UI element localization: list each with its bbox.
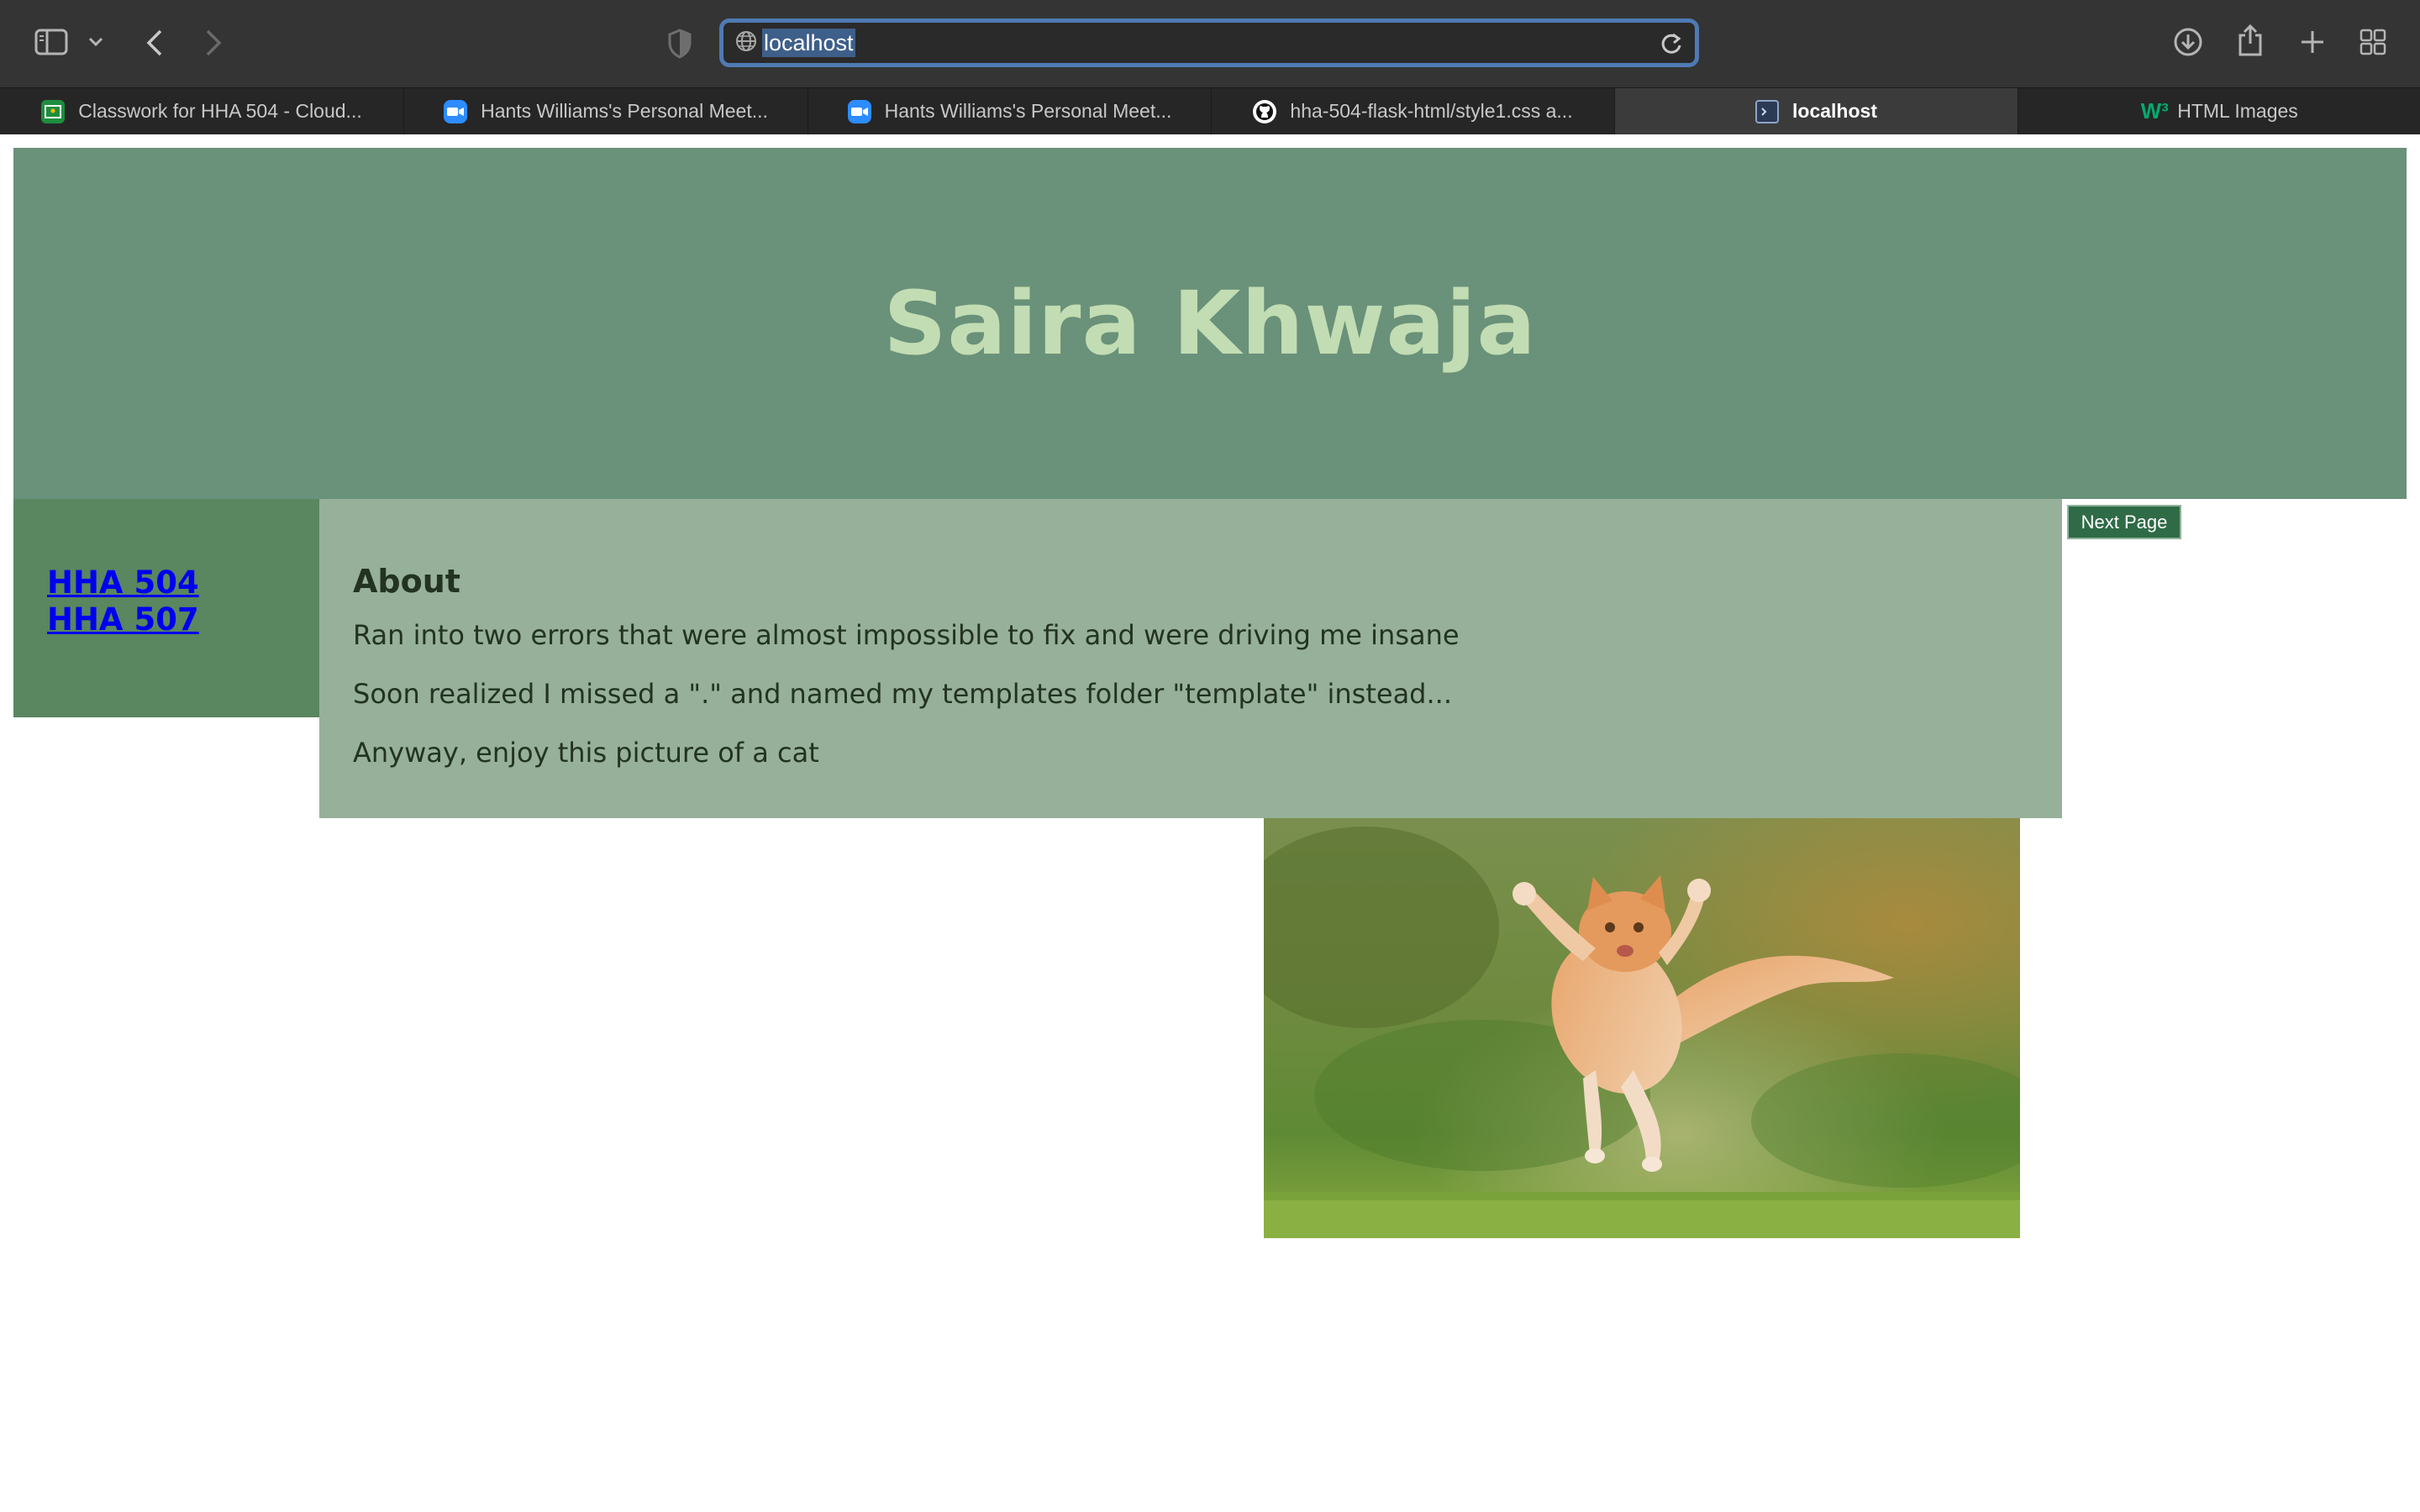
cat-photo-illustration [1264, 818, 2020, 1238]
nav-link-hha-507[interactable]: HHA 507 [47, 601, 319, 638]
tab-label: Hants Williams's Personal Meet... [884, 100, 1172, 122]
download-icon[interactable] [2171, 25, 2205, 59]
back-icon[interactable] [138, 25, 171, 60]
tab-label: HTML Images [2177, 100, 2298, 122]
page-title: Saira Khwaja [883, 272, 1537, 375]
about-paragraph: Anyway, enjoy this picture of a cat [353, 737, 819, 769]
tab-html-images[interactable]: W³ HTML Images [2018, 88, 2420, 134]
tab-classwork[interactable]: Classwork for HHA 504 - Cloud... [0, 88, 404, 134]
address-bar[interactable]: localhost [719, 18, 1699, 67]
forward-icon[interactable] [197, 25, 230, 60]
tab-label: hha-504-flask-html/style1.css a... [1290, 100, 1573, 122]
globe-icon [735, 30, 757, 55]
zoom-icon [444, 99, 468, 123]
tab-localhost[interactable]: localhost [1615, 88, 2018, 134]
page-viewport: Saira Khwaja HHA 504 HHA 507 About Ran i… [0, 134, 2420, 1512]
github-icon [1253, 99, 1277, 123]
cat-photo [1264, 818, 2020, 1238]
about-section: About Ran into two errors that were almo… [319, 499, 2062, 818]
zoom-icon [847, 99, 871, 123]
tab-github-style[interactable]: hha-504-flask-html/style1.css a... [1212, 88, 1615, 134]
new-tab-icon[interactable] [2297, 27, 2328, 57]
tab-label: Hants Williams's Personal Meet... [481, 100, 768, 122]
tab-bar: Classwork for HHA 504 - Cloud... Hants W… [0, 87, 2420, 134]
sidebar-toggle-icon[interactable] [32, 25, 71, 59]
browser-toolbar: localhost [0, 0, 2420, 87]
tab-zoom-meeting-1[interactable]: Hants Williams's Personal Meet... [404, 88, 808, 134]
site-header: Saira Khwaja [13, 148, 2407, 499]
chevron-down-icon[interactable] [84, 30, 108, 54]
reload-icon[interactable] [1660, 31, 1683, 60]
tab-zoom-meeting-2[interactable]: Hants Williams's Personal Meet... [808, 88, 1212, 134]
terminal-icon [1755, 99, 1780, 123]
about-heading: About [353, 563, 460, 600]
w3schools-icon: W³ [2140, 98, 2169, 123]
sidebar-nav: HHA 504 HHA 507 [13, 499, 319, 717]
about-paragraph: Soon realized I missed a "." and named m… [353, 678, 1452, 710]
nav-link-hha-504[interactable]: HHA 504 [47, 564, 319, 601]
about-paragraph: Ran into two errors that were almost imp… [353, 619, 1460, 651]
share-icon[interactable] [2235, 22, 2265, 59]
next-page-button[interactable]: Next Page [2067, 505, 2181, 539]
tab-label: Classwork for HHA 504 - Cloud... [78, 100, 362, 122]
tab-overview-icon[interactable] [2358, 27, 2388, 57]
tab-label: localhost [1792, 100, 1877, 122]
url-input[interactable]: localhost [762, 29, 855, 57]
privacy-shield-icon[interactable] [664, 27, 696, 60]
google-classroom-icon [41, 99, 66, 123]
